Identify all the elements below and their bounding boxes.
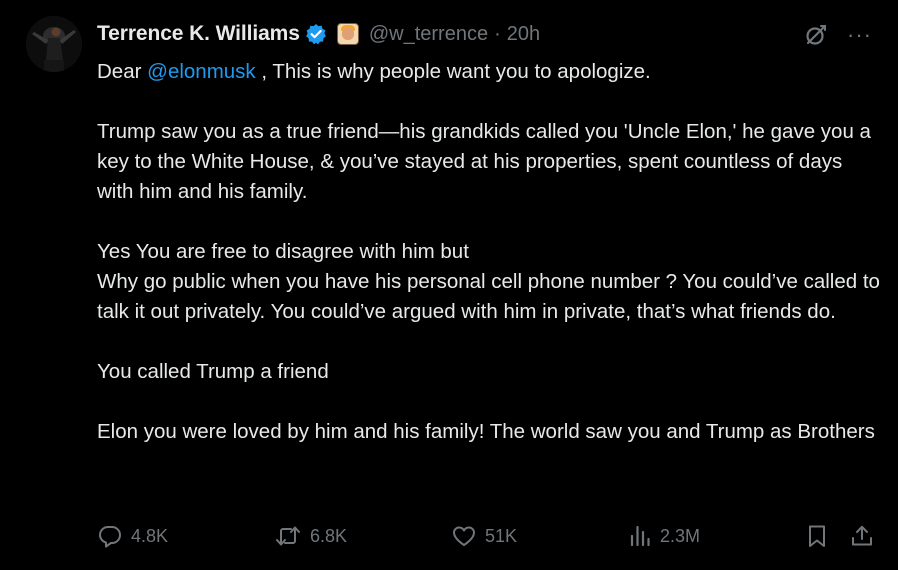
reply-button[interactable]: 4.8K (97, 523, 168, 549)
affiliate-face (341, 27, 354, 40)
tweet-paragraph-4: You called Trump a friend (97, 360, 329, 383)
like-button[interactable]: 51K (451, 523, 517, 549)
avatar[interactable] (26, 16, 82, 72)
bookmark-button[interactable] (805, 523, 829, 549)
greeting-suffix: , This is why people want you to apologi… (255, 60, 651, 83)
views-chart-icon (630, 525, 650, 547)
avatar-photo-icon (26, 16, 82, 72)
reply-count: 4.8K (131, 525, 169, 546)
more-options-icon[interactable]: ··· (847, 22, 872, 48)
tweet-paragraph-3-line-2: Why go public when you have his personal… (97, 270, 880, 323)
tweet[interactable]: Terrence K. Williams @w_terrence · 20h ·… (0, 0, 898, 570)
repost-icon (276, 526, 300, 546)
mention-link[interactable]: @elonmusk (147, 60, 256, 83)
tweet-paragraph-3-line-1: Yes You are free to disagree with him bu… (97, 240, 469, 263)
like-count: 51K (485, 525, 518, 546)
views-count: 2.3M (660, 525, 701, 546)
share-button[interactable] (849, 523, 875, 549)
share-icon (852, 525, 872, 546)
tweet-paragraph-5: Elon you were loved by him and his famil… (97, 420, 875, 443)
bookmark-icon (809, 525, 825, 547)
affiliate-badge-icon[interactable] (336, 23, 359, 45)
display-name[interactable]: Terrence K. Williams (97, 22, 300, 46)
top-actions: ··· (803, 22, 872, 48)
heart-icon (453, 526, 475, 546)
tweet-text: Dear @elonmusk , This is why people want… (97, 57, 882, 447)
header-separator: · (494, 22, 501, 45)
repost-count: 6.8K (310, 525, 348, 546)
tweet-header: Terrence K. Williams @w_terrence · 20h (97, 20, 540, 48)
greeting-text: Dear (97, 60, 148, 83)
engagement-bar: 4.8K 6.8K 51K 2.3M (97, 523, 877, 555)
repost-button[interactable]: 6.8K (274, 523, 347, 549)
reply-icon (99, 526, 121, 548)
tweet-paragraph-2: Trump saw you as a true friend—his grand… (97, 120, 871, 203)
tweet-paragraph-1: Dear @elonmusk , This is why people want… (97, 57, 882, 87)
author-handle[interactable]: @w_terrence (369, 23, 488, 46)
grok-icon[interactable] (803, 22, 829, 48)
verified-badge-icon[interactable] (305, 23, 327, 45)
views-button[interactable]: 2.3M (628, 523, 700, 549)
post-time[interactable]: 20h (507, 23, 540, 46)
